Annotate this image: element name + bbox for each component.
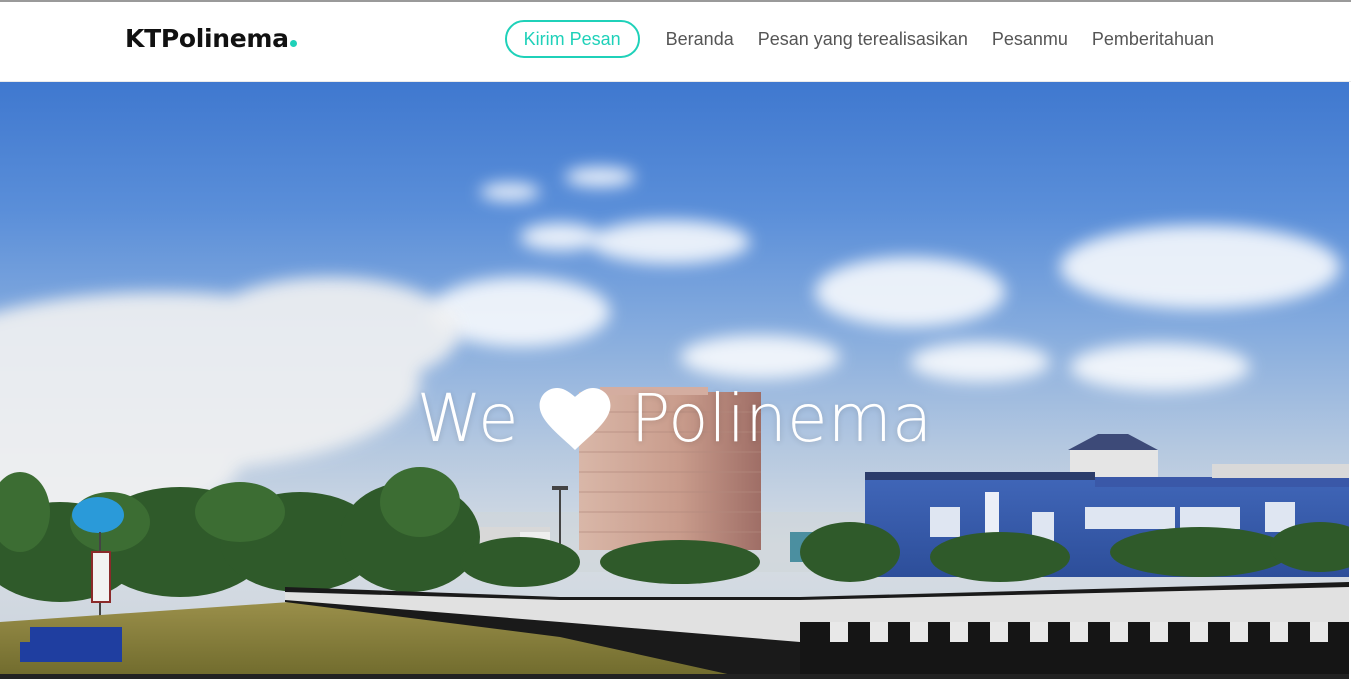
nav-link-beranda[interactable]: Beranda <box>654 29 746 50</box>
navbar: KTPolinema Kirim Pesan Beranda Pesan yan… <box>0 2 1351 82</box>
hero-banner: We Polinema <box>0 82 1349 679</box>
nav-link-pesanmu[interactable]: Pesanmu <box>980 29 1080 50</box>
brand-name: KTPolinema <box>125 24 289 53</box>
hero-title-polinema: Polinema <box>630 380 933 457</box>
nav-link-pemberitahuan[interactable]: Pemberitahuan <box>1080 29 1214 50</box>
hero-title-we: We <box>416 380 519 457</box>
hero-title: We Polinema <box>0 380 1349 457</box>
nav-link-pesan-terealisasikan[interactable]: Pesan yang terealisasikan <box>746 29 980 50</box>
heart-icon <box>539 387 611 450</box>
brand-dot-icon <box>289 40 297 47</box>
brand-logo[interactable]: KTPolinema <box>125 24 297 53</box>
nav-menu: Kirim Pesan Beranda Pesan yang terealisa… <box>504 20 1214 58</box>
kirim-pesan-button[interactable]: Kirim Pesan <box>504 20 640 58</box>
